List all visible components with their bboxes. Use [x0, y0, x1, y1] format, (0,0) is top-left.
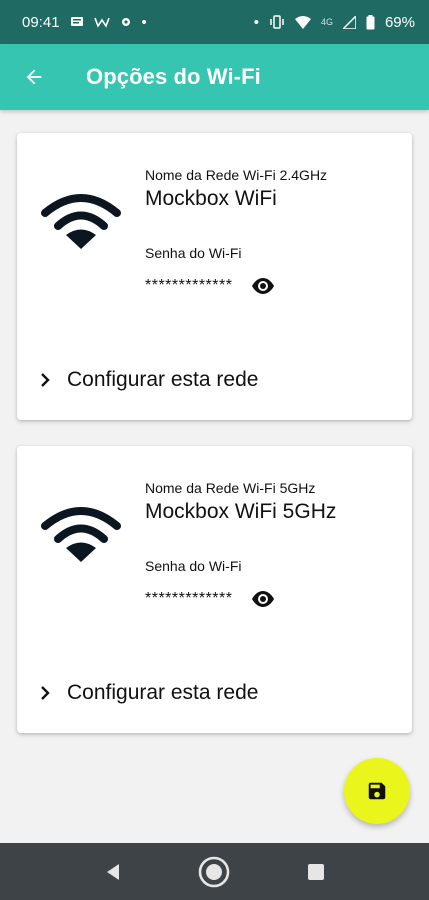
cell-signal-icon — [342, 15, 356, 29]
network-info: Nome da Rede Wi-Fi 2.4GHz Mockbox WiFi S… — [145, 167, 395, 299]
chevron-right-icon — [35, 370, 55, 390]
square-recents-icon — [308, 864, 324, 880]
page-title: Opções do Wi-Fi — [86, 64, 261, 89]
wifi-network-card-2g: Nome da Rede Wi-Fi 2.4GHz Mockbox WiFi S… — [17, 133, 412, 420]
status-left: 09:41 • — [22, 14, 147, 31]
network-type: 4G — [320, 17, 333, 27]
status-bar: 09:41 • • 4G 69% — [0, 0, 429, 44]
password-value: ************* — [145, 277, 233, 294]
battery-icon — [366, 14, 375, 30]
chevron-right-icon — [35, 683, 55, 703]
app-bar: Opções do Wi-Fi — [0, 44, 429, 110]
wifi-icon — [41, 194, 121, 249]
eye-icon — [252, 591, 275, 607]
eye-icon — [252, 278, 275, 294]
system-home-button[interactable] — [197, 855, 231, 889]
status-dot: • — [141, 13, 147, 31]
password-value: ************* — [145, 590, 233, 607]
status-right: • 4G 69% — [254, 14, 415, 31]
triangle-back-icon — [107, 864, 119, 880]
configure-network-button[interactable]: Configurar esta rede — [35, 678, 258, 708]
network-info: Nome da Rede Wi-Fi 5GHz Mockbox WiFi 5GH… — [145, 480, 395, 612]
arrow-back-icon — [26, 69, 42, 85]
configure-network-label: Configurar esta rede — [67, 681, 259, 704]
configure-network-label: Configurar esta rede — [67, 368, 259, 391]
password-label: Senha do Wi-Fi — [145, 245, 242, 261]
system-recents-button[interactable] — [299, 855, 333, 889]
battery-level: 69% — [384, 13, 415, 31]
wifi-icon — [41, 507, 121, 562]
toggle-password-visibility-button[interactable] — [248, 273, 278, 299]
configure-network-button[interactable]: Configurar esta rede — [35, 365, 258, 395]
wifi-status-icon — [294, 15, 311, 29]
back-button[interactable] — [0, 44, 68, 110]
vibrate-icon — [269, 15, 285, 29]
wifi-network-card-5g: Nome da Rede Wi-Fi 5GHz Mockbox WiFi 5GH… — [17, 446, 412, 733]
ssid-value: Mockbox WiFi 5GHz — [145, 500, 337, 523]
floppy-disk-icon — [368, 782, 386, 800]
save-button[interactable] — [344, 758, 410, 824]
message-notification-icon — [70, 15, 84, 29]
ssid-value: Mockbox WiFi — [145, 187, 277, 210]
settings-notification-icon — [120, 16, 132, 28]
circle-home-icon — [198, 856, 230, 888]
system-back-button[interactable] — [96, 855, 130, 889]
password-row: ************* — [145, 586, 395, 612]
ssid-label: Nome da Rede Wi-Fi 2.4GHz — [145, 167, 328, 183]
toggle-password-visibility-button[interactable] — [248, 586, 278, 612]
system-navigation-bar — [0, 843, 429, 900]
password-row: ************* — [145, 273, 395, 299]
status-dot-right: • — [253, 13, 259, 31]
password-label: Senha do Wi-Fi — [145, 558, 242, 574]
status-time: 09:41 — [22, 13, 60, 31]
app-notification-icon — [93, 16, 110, 28]
ssid-label: Nome da Rede Wi-Fi 5GHz — [145, 480, 316, 496]
